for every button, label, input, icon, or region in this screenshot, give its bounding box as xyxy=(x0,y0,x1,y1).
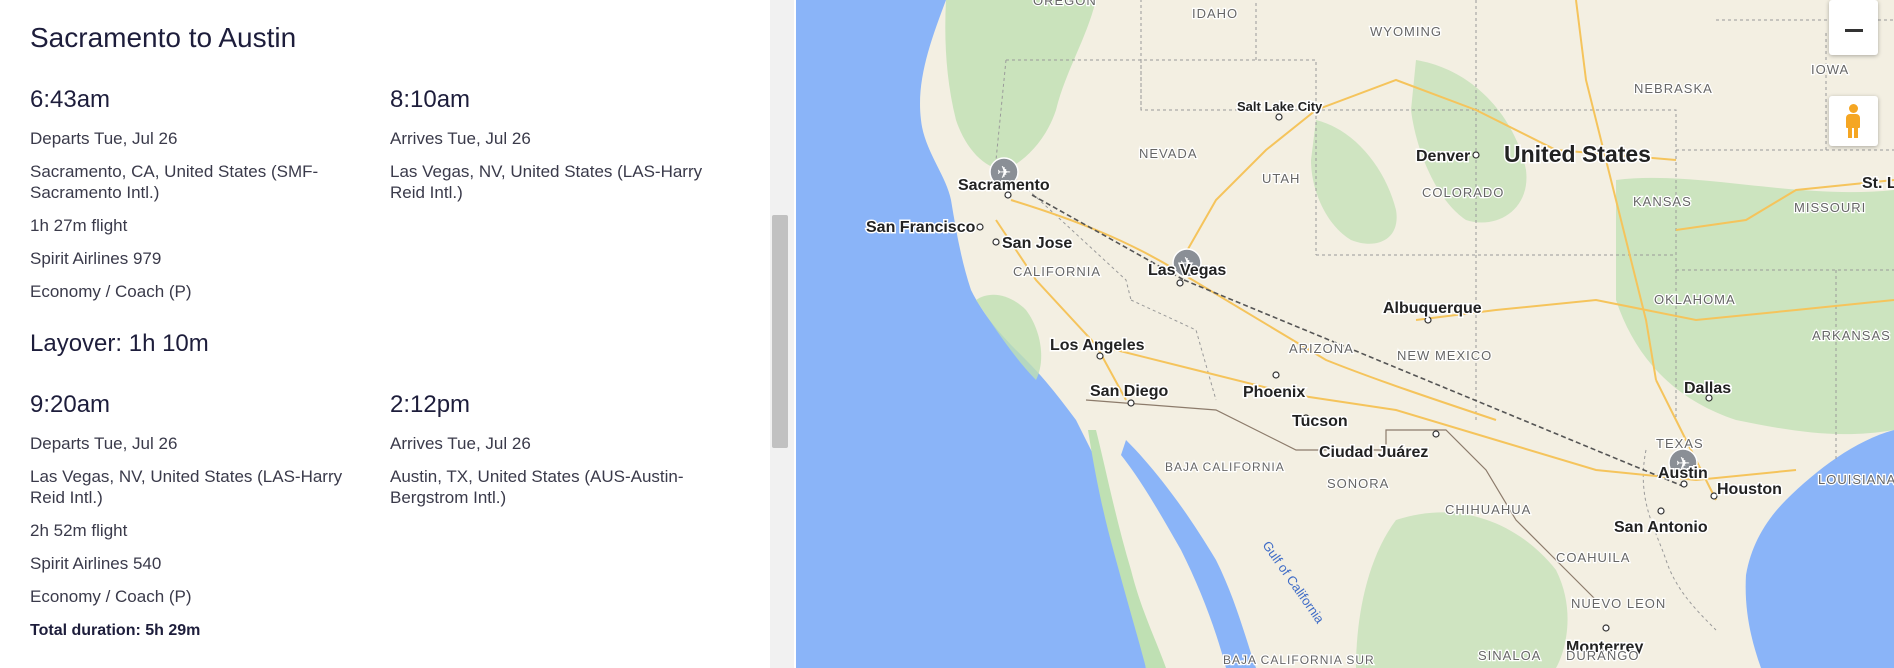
vegetation-northwest xyxy=(945,0,1096,170)
layover-label: Layover: 1h 10m xyxy=(30,330,209,357)
svg-text:ARIZONA: ARIZONA xyxy=(1289,341,1354,356)
arrive-time: 8:10am xyxy=(390,86,471,113)
svg-text:KANSAS: KANSAS xyxy=(1633,194,1692,209)
city-label: San Antonio xyxy=(1614,519,1708,536)
svg-text:SINALOA: SINALOA xyxy=(1478,648,1541,663)
city-label: Austin xyxy=(1658,465,1708,482)
zoom-out-button[interactable] xyxy=(1829,0,1878,55)
segment-1-arrival: 8:10am Arrives Tue, Jul 26 Las Vegas, NV… xyxy=(390,86,720,215)
svg-text:NEW MEXICO: NEW MEXICO xyxy=(1397,348,1492,363)
city-label: Denver xyxy=(1416,148,1470,165)
svg-text:ARKANSAS: ARKANSAS xyxy=(1812,328,1891,343)
total-duration: Total duration: 5h 29m xyxy=(30,622,201,639)
airline-flight: Spirit Airlines 540 xyxy=(30,554,162,573)
pegman-icon xyxy=(1846,104,1860,138)
gulf-of-mexico xyxy=(1745,430,1894,668)
svg-text:IOWA: IOWA xyxy=(1811,62,1849,77)
svg-text:IDAHO: IDAHO xyxy=(1192,6,1238,21)
vegetation-mexico xyxy=(1356,512,1568,668)
svg-text:NEBRASKA: NEBRASKA xyxy=(1634,81,1713,96)
depart-time: 6:43am xyxy=(30,86,111,113)
svg-text:LOUISIANA: LOUISIANA xyxy=(1818,472,1894,487)
street-view-pegman[interactable] xyxy=(1829,96,1878,146)
depart-airport: Las Vegas, NV, United States (LAS-Harry … xyxy=(30,467,343,507)
map-canvas[interactable]: ✈ ✈ ✈ Sacramento San Francisco San Jose … xyxy=(796,0,1894,668)
segment-1-departure: 6:43am Departs Tue, Jul 26 Sacramento, C… xyxy=(30,86,360,314)
depart-date: Departs Tue, Jul 26 xyxy=(30,434,178,453)
arrive-time: 2:12pm xyxy=(390,391,471,418)
svg-text:OKLAHOMA: OKLAHOMA xyxy=(1654,292,1736,307)
city-label: San Francisco xyxy=(866,219,976,236)
svg-text:NUEVO LEON: NUEVO LEON xyxy=(1571,596,1666,611)
segment-2-arrival: 2:12pm Arrives Tue, Jul 26 Austin, TX, U… xyxy=(390,391,720,520)
svg-text:CHIHUAHUA: CHIHUAHUA xyxy=(1445,502,1531,517)
city-label: Las Vegas xyxy=(1148,262,1226,279)
city-label: Ciudad Juárez xyxy=(1319,444,1428,461)
flight-details-panel: Sacramento to Austin 6:43am Departs Tue,… xyxy=(0,0,770,668)
city-label: San Jose xyxy=(1002,235,1072,252)
svg-text:BAJA CALIFORNIA: BAJA CALIFORNIA xyxy=(1165,460,1285,474)
svg-text:COAHUILA: COAHUILA xyxy=(1556,550,1630,565)
svg-text:WYOMING: WYOMING xyxy=(1370,24,1442,39)
city-label: Los Angeles xyxy=(1050,337,1145,354)
trip-title: Sacramento to Austin xyxy=(30,22,297,53)
svg-text:DURANGO: DURANGO xyxy=(1566,648,1639,663)
vegetation-utah xyxy=(1311,120,1397,244)
city-label: Dallas xyxy=(1684,380,1731,397)
svg-text:BAJA CALIFORNIA SUR: BAJA CALIFORNIA SUR xyxy=(1223,653,1375,667)
city-label: Tucson xyxy=(1292,413,1348,430)
depart-time: 9:20am xyxy=(30,391,111,418)
city-label: Phoenix xyxy=(1243,384,1305,401)
city-label: San Diego xyxy=(1090,383,1168,400)
flight-duration: 2h 52m flight xyxy=(30,521,128,540)
arrive-airport: Las Vegas, NV, United States (LAS-Harry … xyxy=(390,162,703,202)
arrive-date: Arrives Tue, Jul 26 xyxy=(390,129,531,148)
minus-icon xyxy=(1845,29,1863,32)
cabin-class: Economy / Coach (P) xyxy=(30,282,192,301)
arrive-date: Arrives Tue, Jul 26 xyxy=(390,434,531,453)
city-label: Houston xyxy=(1717,481,1782,498)
depart-airport: Sacramento, CA, United States (SMF-Sacra… xyxy=(30,162,319,202)
depart-date: Departs Tue, Jul 26 xyxy=(30,129,178,148)
airline-flight: Spirit Airlines 979 xyxy=(30,249,162,268)
svg-text:COLORADO: COLORADO xyxy=(1422,185,1504,200)
arrive-airport: Austin, TX, United States (AUS-Austin-Be… xyxy=(390,467,684,507)
city-label: Albuquerque xyxy=(1383,300,1482,317)
svg-text:OREGON: OREGON xyxy=(1033,0,1097,8)
svg-text:UTAH: UTAH xyxy=(1262,171,1300,186)
svg-text:MISSOURI: MISSOURI xyxy=(1794,200,1866,215)
city-label: Sacramento xyxy=(958,177,1050,194)
svg-text:CALIFORNIA: CALIFORNIA xyxy=(1013,264,1101,279)
flight-duration: 1h 27m flight xyxy=(30,216,128,235)
country-label: United States xyxy=(1504,141,1651,167)
segment-2-departure: 9:20am Departs Tue, Jul 26 Las Vegas, NV… xyxy=(30,391,360,619)
route-map[interactable]: ✈ ✈ ✈ Sacramento San Francisco San Jose … xyxy=(796,0,1894,668)
cabin-class: Economy / Coach (P) xyxy=(30,587,192,606)
city-label: St. L xyxy=(1862,175,1894,192)
svg-text:NEVADA: NEVADA xyxy=(1139,146,1198,161)
panel-scrollbar-thumb[interactable] xyxy=(772,215,788,448)
svg-text:TEXAS: TEXAS xyxy=(1656,436,1704,451)
svg-text:SONORA: SONORA xyxy=(1327,476,1389,491)
city-label: Salt Lake City xyxy=(1237,99,1323,114)
water-label: Gulf of California xyxy=(1260,538,1328,627)
